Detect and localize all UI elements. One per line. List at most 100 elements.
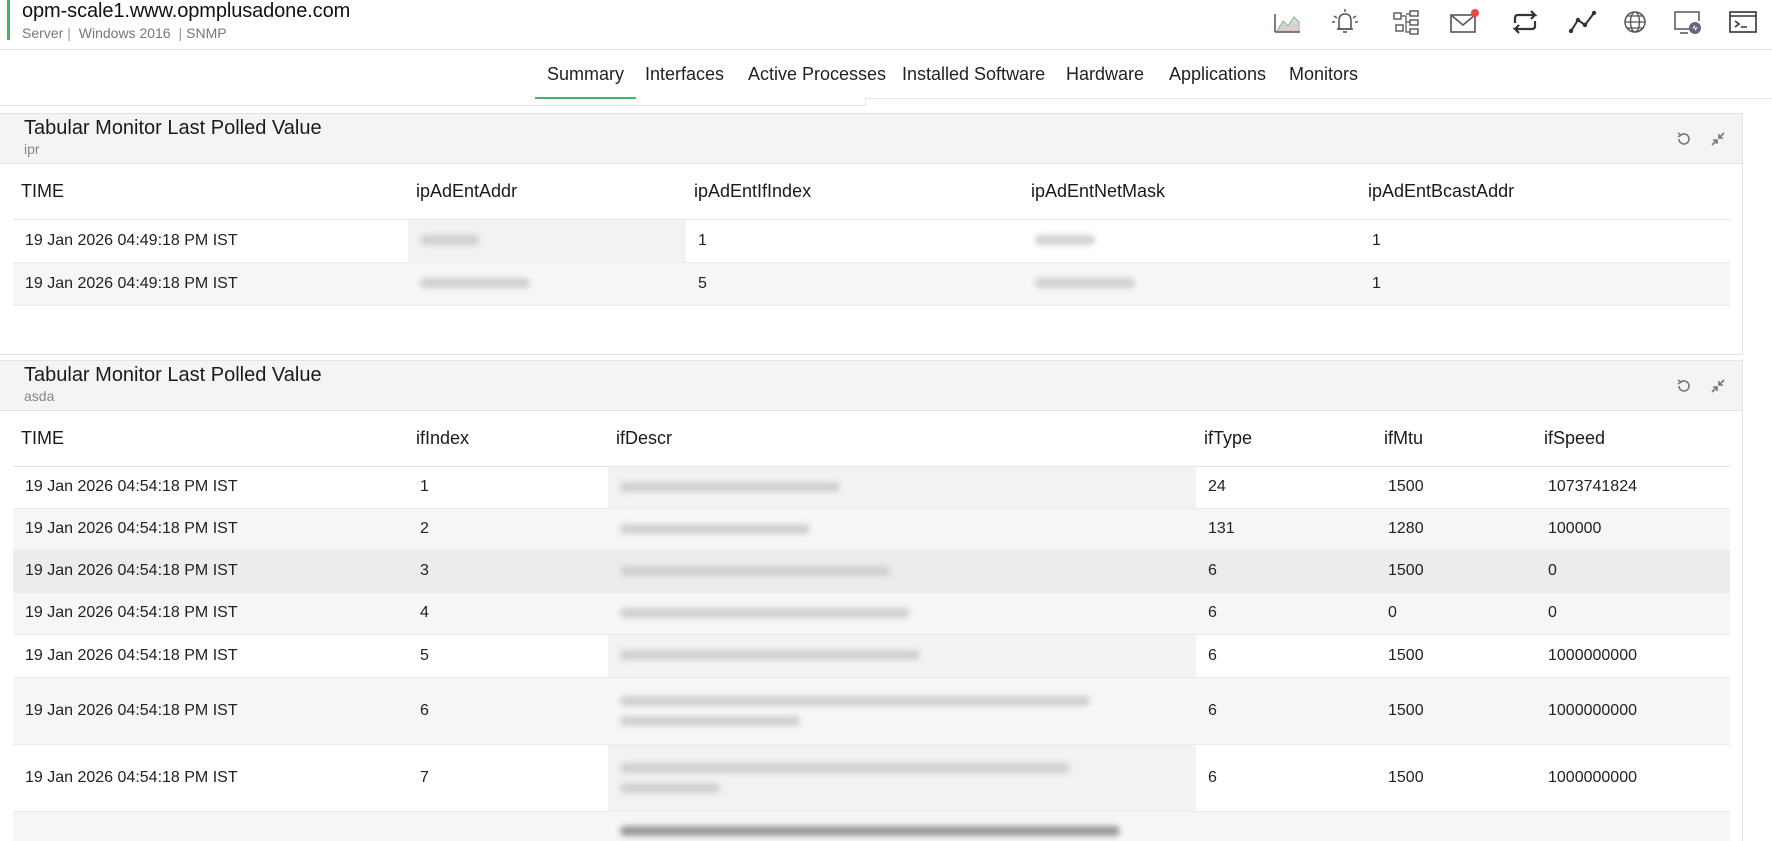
cell-iftype: 24 <box>1196 466 1376 509</box>
cell-ifspeed: 0 <box>1536 550 1730 593</box>
cell-iftype: 6 <box>1196 677 1376 745</box>
cell-redacted <box>608 811 1196 841</box>
cell-empty <box>408 811 608 841</box>
table-row: 19 Jan 2026 04:54:18 PM IST 7 6 1500 100… <box>13 744 1730 812</box>
chart-icon[interactable] <box>1270 6 1304 38</box>
cell-ifspeed: 1073741824 <box>1536 466 1730 509</box>
network-map-icon[interactable] <box>1389 6 1423 38</box>
ipr-table: TIME ipAdEntAddr ipAdEntIfIndex ipAdEntN… <box>13 165 1730 306</box>
cell-redacted <box>1023 219 1360 263</box>
column-header-ifdescr[interactable]: ifDescr <box>608 412 1196 467</box>
meta-separator: | <box>67 25 71 41</box>
cell-ifindex: 7 <box>408 744 608 812</box>
cell-empty <box>1196 811 1376 841</box>
table-row: 19 Jan 2026 04:54:18 PM IST 1 24 1500 10… <box>13 466 1730 509</box>
device-protocol: SNMP <box>186 25 227 41</box>
panel-title: Tabular Monitor Last Polled Value <box>24 117 322 139</box>
cell-redacted <box>608 508 1196 551</box>
tabular-monitor-panel-ipr: Tabular Monitor Last Polled Value ipr TI… <box>0 113 1743 355</box>
cell-ifindex: 1 <box>408 466 608 509</box>
tab-bar-underline <box>0 98 866 106</box>
cell-redacted <box>608 466 1196 509</box>
tab-summary[interactable]: Summary <box>535 51 637 99</box>
cell-bcastaddr: 1 <box>1360 262 1730 306</box>
cell-empty <box>1376 811 1536 841</box>
column-header-time[interactable]: TIME <box>13 165 408 220</box>
table-header-row: TIME ifIndex ifDescr ifType ifMtu ifSpee… <box>13 412 1730 467</box>
asda-table: TIME ifIndex ifDescr ifType ifMtu ifSpee… <box>13 412 1730 841</box>
refresh-icon[interactable] <box>1672 374 1696 398</box>
mail-icon[interactable] <box>1447 6 1481 38</box>
cell-iftype: 6 <box>1196 592 1376 635</box>
column-header-iftype[interactable]: ifType <box>1196 412 1376 467</box>
collapse-icon[interactable] <box>1706 127 1730 151</box>
cell-iftype: 6 <box>1196 744 1376 812</box>
panel-header: Tabular Monitor Last Polled Value asda <box>0 361 1742 411</box>
cell-time: 19 Jan 2026 04:54:18 PM IST <box>13 550 408 593</box>
terminal-icon[interactable] <box>1726 6 1760 38</box>
header-accent-bar <box>7 0 10 40</box>
cell-ifindex: 5 <box>686 262 1023 306</box>
cell-ifindex: 3 <box>408 550 608 593</box>
cell-redacted <box>408 262 686 306</box>
cell-time: 19 Jan 2026 04:54:18 PM IST <box>13 508 408 551</box>
tab-monitors[interactable]: Monitors <box>1289 51 1358 99</box>
globe-icon[interactable] <box>1618 6 1652 38</box>
cell-time: 19 Jan 2026 04:54:18 PM IST <box>13 634 408 678</box>
cell-empty <box>1536 811 1730 841</box>
column-header-time[interactable]: TIME <box>13 412 408 467</box>
table-header-row: TIME ipAdEntAddr ipAdEntIfIndex ipAdEntN… <box>13 165 1730 220</box>
cell-ifspeed: 100000 <box>1536 508 1730 551</box>
cell-ifspeed: 1000000000 <box>1536 744 1730 812</box>
cell-iftype: 131 <box>1196 508 1376 551</box>
cell-ifspeed: 0 <box>1536 592 1730 635</box>
column-header-ifindex[interactable]: ifIndex <box>408 412 608 467</box>
table-row: 19 Jan 2026 04:54:18 PM IST 3 6 1500 0 <box>13 550 1730 593</box>
column-header-ifspeed[interactable]: ifSpeed <box>1536 412 1730 467</box>
tab-hardware[interactable]: Hardware <box>1066 51 1144 99</box>
collapse-icon[interactable] <box>1706 374 1730 398</box>
cell-ifmtu: 0 <box>1376 592 1536 635</box>
cell-redacted <box>608 744 1196 812</box>
remote-desktop-icon[interactable] <box>1670 6 1704 38</box>
cell-bcastaddr: 1 <box>1360 219 1730 263</box>
tab-installed-software[interactable]: Installed Software <box>902 51 1045 99</box>
panel-subtitle: ipr <box>24 141 40 157</box>
device-type: Server <box>22 25 64 41</box>
cell-time: 19 Jan 2026 04:54:18 PM IST <box>13 677 408 745</box>
cell-ifmtu: 1500 <box>1376 634 1536 678</box>
cell-redacted <box>608 550 1196 593</box>
table-row-partial <box>13 811 1730 841</box>
cell-redacted <box>1023 262 1360 306</box>
column-header-ifmtu[interactable]: ifMtu <box>1376 412 1536 467</box>
cell-redacted <box>408 219 686 263</box>
panel-subtitle: asda <box>24 388 55 404</box>
cell-ifmtu: 1280 <box>1376 508 1536 551</box>
cell-time: 19 Jan 2026 04:54:18 PM IST <box>13 466 408 509</box>
column-header-ipadentbcastaddr[interactable]: ipAdEntBcastAddr <box>1360 165 1730 220</box>
cell-time: 19 Jan 2026 04:49:18 PM IST <box>13 262 408 306</box>
graph-line-icon[interactable] <box>1566 6 1600 38</box>
device-hostname: opm-scale1.www.opmplusadone.com <box>22 0 351 22</box>
tab-active-processes[interactable]: Active Processes <box>748 51 886 99</box>
tab-applications[interactable]: Applications <box>1169 51 1266 99</box>
column-header-ipadentnetmask[interactable]: ipAdEntNetMask <box>1023 165 1360 220</box>
cell-ifspeed: 1000000000 <box>1536 634 1730 678</box>
tab-interfaces[interactable]: Interfaces <box>645 51 724 99</box>
cell-ifindex: 1 <box>686 219 1023 263</box>
cell-time: 19 Jan 2026 04:49:18 PM IST <box>13 219 408 263</box>
table-row: 19 Jan 2026 04:54:18 PM IST 2 131 1280 1… <box>13 508 1730 551</box>
device-header: opm-scale1.www.opmplusadone.com Server | … <box>0 0 1772 50</box>
column-header-ipadentaddr[interactable]: ipAdEntAddr <box>408 165 686 220</box>
table-row: 19 Jan 2026 04:49:18 PM IST 1 1 <box>13 219 1730 263</box>
refresh-icon[interactable] <box>1672 127 1696 151</box>
cell-redacted <box>608 677 1196 745</box>
cell-ifmtu: 1500 <box>1376 550 1536 593</box>
sync-icon[interactable] <box>1508 6 1542 38</box>
panel-header: Tabular Monitor Last Polled Value ipr <box>0 114 1742 164</box>
column-header-ipadentifindex[interactable]: ipAdEntIfIndex <box>686 165 1023 220</box>
meta-separator: | <box>178 25 183 41</box>
cell-empty <box>13 811 408 841</box>
alarm-bell-icon[interactable] <box>1328 6 1362 38</box>
cell-iftype: 6 <box>1196 550 1376 593</box>
